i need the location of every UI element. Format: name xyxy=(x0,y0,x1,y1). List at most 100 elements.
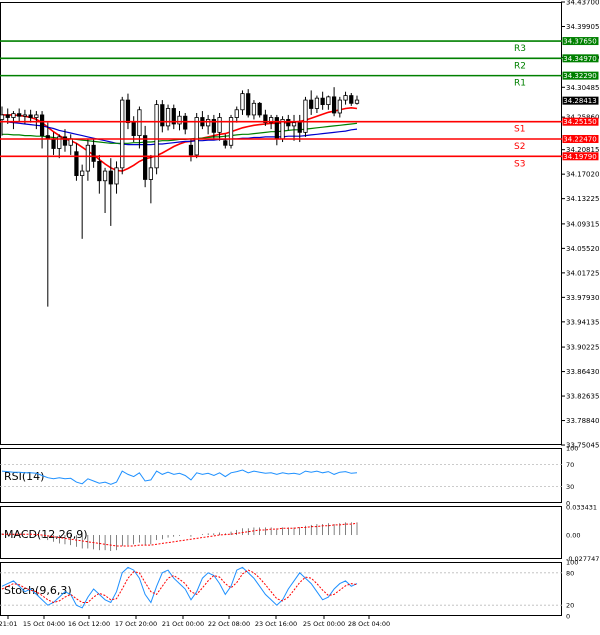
candle-body xyxy=(5,114,10,118)
y-tick-label: 34.09315 xyxy=(566,220,599,228)
candle xyxy=(131,116,136,143)
indicator-axis-label: 30 xyxy=(566,483,574,491)
candle-body xyxy=(331,96,337,114)
y-tick-label: 33.90225 xyxy=(566,344,599,352)
candle xyxy=(331,87,337,117)
x-tick-label: 21 Oct 00:00 xyxy=(162,620,204,628)
candle-body xyxy=(125,99,131,124)
candle xyxy=(39,111,45,149)
candle xyxy=(91,138,96,168)
candle xyxy=(286,114,291,131)
candle xyxy=(326,95,331,110)
candle xyxy=(354,95,360,105)
candle-body xyxy=(337,99,342,114)
y-tick-label: 33.97930 xyxy=(566,294,599,302)
level-price-label: 34.37650 xyxy=(563,38,596,46)
y-tick-label: 34.30485 xyxy=(566,84,599,92)
candle-body xyxy=(291,122,297,127)
level-name-s1: S1 xyxy=(514,125,525,135)
candle-body xyxy=(320,97,325,106)
level-name-r3: R3 xyxy=(514,44,526,54)
trading-chart-svg: 34.4370034.3990534.3511034.3048534.25860… xyxy=(0,0,599,628)
y-tick-label: 34.39905 xyxy=(566,23,599,31)
y-tick-label: 34.01725 xyxy=(566,269,599,277)
y-tick-label: 34.17020 xyxy=(566,171,599,179)
candle xyxy=(251,100,257,120)
candle xyxy=(171,104,176,130)
candle xyxy=(68,134,73,155)
trading-chart-window: 34.4370034.3990534.3511034.3048534.25860… xyxy=(0,0,600,631)
level-price-label: 34.25150 xyxy=(563,118,596,126)
indicator-axis-label: 0.00 xyxy=(566,532,580,540)
indicator-axis-label: 70 xyxy=(566,461,574,469)
candle-body xyxy=(62,136,68,146)
candle-body xyxy=(326,96,331,106)
candle-body xyxy=(240,93,245,111)
current-price-label: 34.28413 xyxy=(563,97,596,105)
x-tick-label: 15 Oct 04:00 xyxy=(23,620,65,628)
candle xyxy=(337,96,342,118)
candle-body xyxy=(34,114,39,118)
candle-body xyxy=(97,160,102,182)
candle-body xyxy=(188,144,194,156)
candle xyxy=(320,91,325,110)
candle xyxy=(177,111,182,131)
x-tick-label: 23 Oct 16:00 xyxy=(255,620,297,628)
candle-body xyxy=(251,102,257,116)
indicator-axis-label: 100 xyxy=(566,445,578,453)
candle-body xyxy=(114,167,119,185)
candle-body xyxy=(160,104,165,127)
y-tick-label: 33.82635 xyxy=(566,393,599,401)
candle-body xyxy=(131,122,136,136)
candle xyxy=(291,114,297,141)
candle xyxy=(280,116,285,143)
level-price-label: 34.19790 xyxy=(563,153,596,161)
candle-body xyxy=(102,170,108,182)
candle-body xyxy=(309,99,314,109)
y-tick-label: 33.78840 xyxy=(566,417,599,425)
level-name-r1: R1 xyxy=(514,79,526,89)
candle xyxy=(17,108,22,122)
candle-body xyxy=(85,144,91,172)
candle-body xyxy=(137,109,142,136)
level-price-label: 34.34970 xyxy=(563,55,596,63)
candle xyxy=(51,132,56,155)
candle-body xyxy=(183,115,188,130)
pane-frame-rsi xyxy=(0,448,562,503)
level-price-label: 34.32290 xyxy=(563,72,596,80)
candle xyxy=(28,109,33,123)
x-tick-label: 22 Oct 08:00 xyxy=(208,620,250,628)
candle xyxy=(303,96,308,137)
candle xyxy=(257,102,262,118)
level-name-r2: R2 xyxy=(514,61,526,71)
candle-body xyxy=(303,99,308,133)
candle xyxy=(74,143,79,181)
y-tick-label: 34.43700 xyxy=(566,0,599,7)
candle-body xyxy=(80,170,85,176)
candle-body xyxy=(314,97,320,109)
candle-body xyxy=(39,114,45,136)
candle xyxy=(114,161,119,194)
candle-body xyxy=(177,115,182,125)
candle-body xyxy=(223,140,228,146)
candle xyxy=(120,96,125,175)
indicator-axis-label: 20 xyxy=(566,602,574,610)
candle xyxy=(183,112,188,135)
candle-body xyxy=(51,138,56,149)
x-tick-label: 28 Oct 04:00 xyxy=(348,620,390,628)
y-tick-label: 33.94135 xyxy=(566,318,599,326)
candle xyxy=(200,111,205,130)
candle xyxy=(274,114,279,146)
candle-body xyxy=(91,144,96,162)
indicator-axis-label: 0.033431 xyxy=(566,503,597,511)
candle-body xyxy=(148,167,153,180)
rsi-line xyxy=(1,469,358,485)
x-tick-label: 21:01 xyxy=(0,620,17,628)
candle-body xyxy=(17,113,22,117)
candle-body xyxy=(349,95,354,104)
candle-body xyxy=(165,108,171,127)
candle-body xyxy=(143,135,148,180)
candle xyxy=(102,167,108,214)
candle-body xyxy=(194,117,199,156)
candle xyxy=(125,93,131,130)
